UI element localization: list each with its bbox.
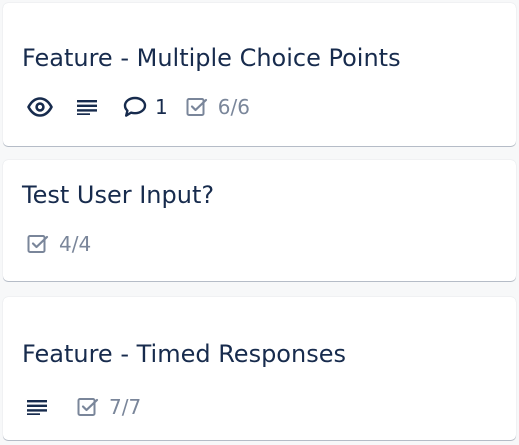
description-icon [27, 399, 47, 415]
comment-icon [123, 96, 147, 118]
card-list: Feature - Multiple Choice Points 1 6/6 T… [0, 0, 519, 445]
checklist-icon [27, 234, 49, 254]
checklist-icon [186, 97, 208, 117]
card-badges: 1 6/6 [27, 95, 250, 119]
card-title: Feature - Multiple Choice Points [22, 44, 401, 72]
checklist-badge: 6/6 [186, 95, 250, 119]
checklist-count: 4/4 [59, 232, 92, 256]
checklist-count: 6/6 [217, 95, 250, 119]
description-icon [77, 99, 97, 115]
description-badge [27, 395, 47, 419]
comments-badge: 1 [123, 95, 168, 119]
checklist-icon [77, 397, 99, 417]
card-title: Feature - Timed Responses [22, 340, 346, 368]
checklist-badge: 4/4 [27, 232, 91, 256]
card-badges: 7/7 [27, 395, 141, 419]
checklist-count: 7/7 [109, 395, 142, 419]
eye-icon [27, 97, 53, 117]
card-timed-responses[interactable]: Feature - Timed Responses 7/7 [3, 297, 516, 440]
card-multiple-choice-points[interactable]: Feature - Multiple Choice Points 1 6/6 [3, 3, 516, 146]
card-test-user-input[interactable]: Test User Input? 4/4 [3, 160, 516, 281]
watching-badge [27, 95, 53, 119]
card-badges: 4/4 [27, 232, 91, 256]
card-title: Test User Input? [22, 181, 215, 209]
description-badge [77, 95, 97, 119]
comments-count: 1 [155, 95, 168, 119]
checklist-badge: 7/7 [77, 395, 141, 419]
